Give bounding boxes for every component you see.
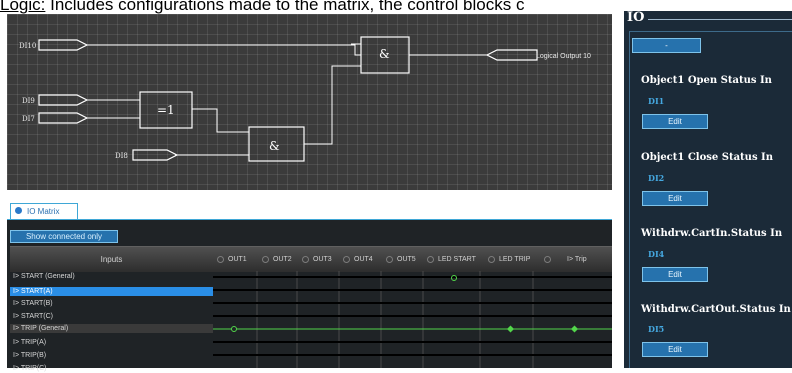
tab-indicator-icon <box>15 207 22 215</box>
io-panel-title: IO <box>627 11 645 25</box>
grid-columns <box>256 271 534 368</box>
caption-text: Includes configurations made to the matr… <box>45 0 525 14</box>
input-arrow-di7 <box>38 112 89 124</box>
inputs-column-header: Inputs <box>100 255 123 264</box>
section-value: DI5 <box>648 324 665 334</box>
io-matrix-header: Inputs OUT1 OUT2 OUT3 OUT4 OUT5 LED STAR… <box>10 246 612 272</box>
section-title: Withdrw.CartOut.Status In <box>641 304 791 315</box>
grid-rows <box>213 276 612 356</box>
output-arrow <box>485 49 538 61</box>
section-value: DI2 <box>648 173 665 183</box>
connection-node-filled[interactable] <box>506 325 515 333</box>
section-value: DI4 <box>648 249 665 259</box>
column-header-out4[interactable]: OUT4 <box>343 247 373 272</box>
section-title: Object1 Open Status In <box>641 75 772 86</box>
column-header-out2[interactable]: OUT2 <box>262 247 292 272</box>
column-radio-icon <box>427 255 434 263</box>
caption-logic-label: Logic: <box>0 0 46 14</box>
matrix-row-label[interactable]: I> TRIP (General) <box>10 324 213 333</box>
logic-diagram: DI10 DI9 DI7 DI8 & =1 & Logical Output 1… <box>7 14 612 190</box>
matrix-row-label[interactable]: I> TRIP(B) <box>10 351 213 360</box>
wire-di10 <box>87 44 361 56</box>
matrix-row-label[interactable]: I> TRIP(A) <box>10 338 213 347</box>
column-header-led-start[interactable]: LED START <box>427 247 476 272</box>
column-header-out3[interactable]: OUT3 <box>302 247 332 272</box>
matrix-row-label[interactable]: I> TRIP(C) <box>10 364 213 373</box>
column-header-out1[interactable]: OUT1 <box>217 247 247 272</box>
column-radio-icon <box>302 255 309 263</box>
input-label-di9: DI9 <box>22 97 35 105</box>
logic-diagram-svg: DI10 DI9 DI7 DI8 & =1 & Logical Output 1… <box>19 36 591 162</box>
input-arrow-di10 <box>38 39 89 51</box>
show-connected-only-button[interactable]: Show connected only <box>10 230 118 243</box>
and-gate-1-label: & <box>379 47 390 61</box>
and-gate-2-label: & <box>269 139 280 153</box>
io-panel: IO - Object1 Open Status In DI1 Edit Obj… <box>624 11 792 368</box>
wire-xor-out <box>192 108 249 133</box>
io-title-rule <box>648 19 792 20</box>
column-radio-icon <box>386 255 393 263</box>
matrix-row-label-selected[interactable]: I> START(A) <box>10 287 213 296</box>
column-header-led-trip[interactable]: LED TRIP <box>488 247 530 272</box>
section-title: Object1 Close Status In <box>641 152 774 163</box>
input-arrow-di9 <box>38 94 89 106</box>
input-label-di10: DI10 <box>19 42 36 50</box>
edit-button[interactable]: Edit <box>642 114 708 129</box>
matrix-row-label[interactable]: I> START (General) <box>10 272 213 281</box>
column-radio-icon <box>544 255 551 263</box>
input-label-di7: DI7 <box>22 115 35 123</box>
collapse-button[interactable]: - <box>632 38 701 53</box>
matrix-row-label[interactable]: I> START(C) <box>10 312 213 321</box>
io-matrix-grid <box>213 271 612 368</box>
input-arrow-di8 <box>132 149 179 161</box>
input-label-di8: DI8 <box>115 152 128 160</box>
edit-button[interactable]: Edit <box>642 191 708 206</box>
column-radio-icon <box>343 255 350 263</box>
column-header-i-trip[interactable]: I> Trip <box>544 247 587 272</box>
section-title: Withdrw.CartIn.Status In <box>641 228 783 239</box>
connection-node-filled[interactable] <box>570 325 579 333</box>
io-matrix-tabbar: IO Matrix <box>7 199 612 220</box>
matrix-row-label[interactable]: I> START(B) <box>10 299 213 308</box>
logic-wires <box>87 43 487 156</box>
tab-io-matrix-label: IO Matrix <box>27 207 60 216</box>
edit-button[interactable]: Edit <box>642 342 708 357</box>
column-radio-icon <box>217 255 224 263</box>
column-radio-icon <box>488 255 495 263</box>
wire-and2-out <box>304 65 361 145</box>
output-label: Logical Output 10 <box>536 53 591 60</box>
tab-io-matrix[interactable]: IO Matrix <box>10 203 78 219</box>
column-header-out5[interactable]: OUT5 <box>386 247 416 272</box>
edit-button[interactable]: Edit <box>642 267 708 282</box>
section-value: DI1 <box>648 96 665 106</box>
connection-node-open[interactable] <box>231 326 237 332</box>
xor-gate-label: =1 <box>157 103 175 117</box>
column-radio-icon <box>262 255 269 263</box>
